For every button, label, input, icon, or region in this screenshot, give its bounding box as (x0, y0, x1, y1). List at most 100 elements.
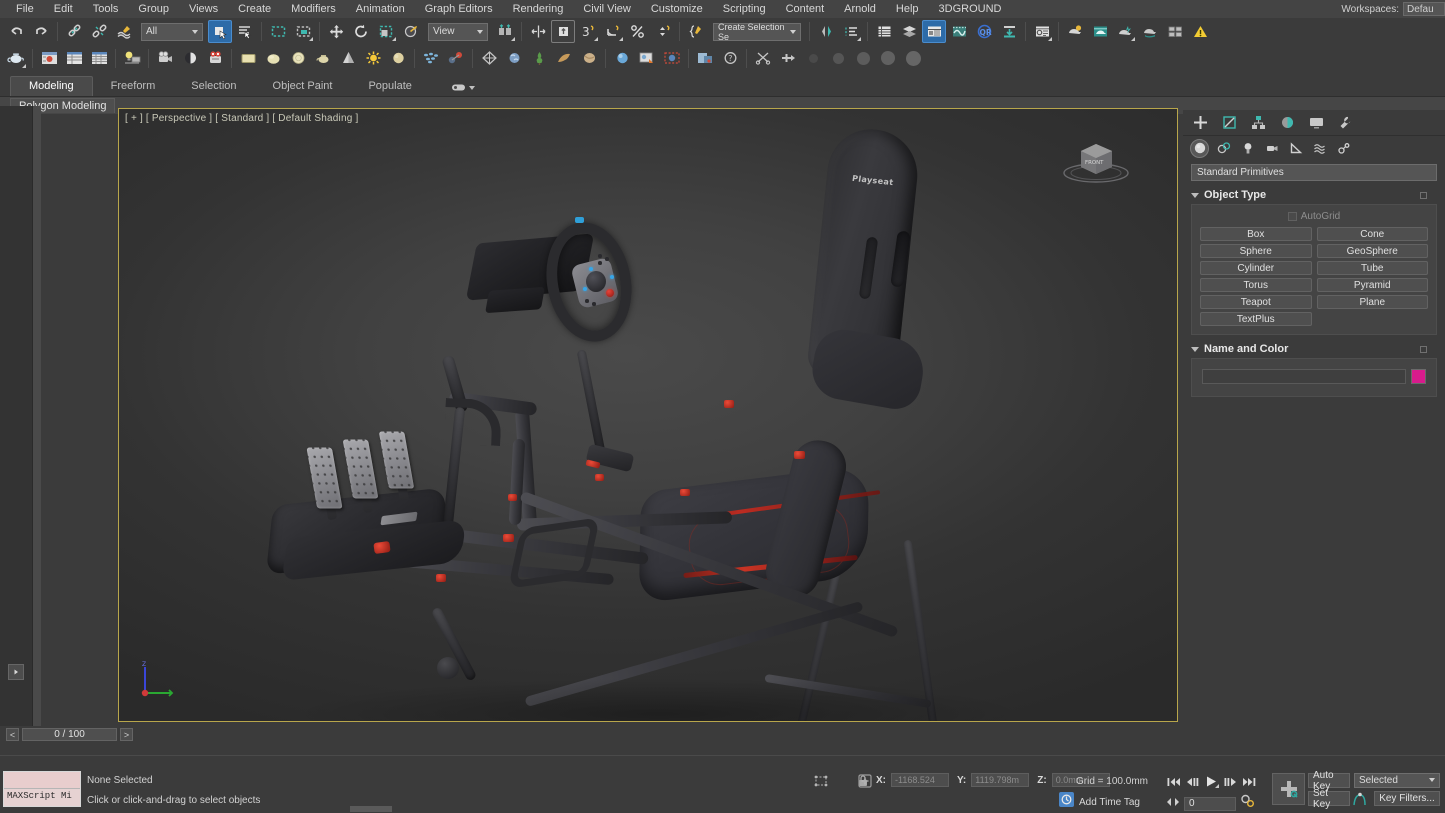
unlink-icon[interactable] (87, 20, 111, 43)
viewport-3d-model[interactable]: Playseat (119, 109, 1178, 722)
time-tag-icon[interactable] (1059, 792, 1074, 812)
previous-frame-icon[interactable] (1184, 774, 1201, 789)
menu-item-customize[interactable]: Customize (641, 0, 713, 18)
transform-type-in-icon[interactable] (857, 773, 873, 794)
cameras-category[interactable] (1262, 139, 1281, 158)
menu-item-modifiers[interactable]: Modifiers (281, 0, 346, 18)
menu-item-help[interactable]: Help (886, 0, 929, 18)
lights-category[interactable] (1238, 139, 1257, 158)
object-color-swatch[interactable] (1411, 369, 1426, 384)
render-setup-icon[interactable] (997, 20, 1021, 43)
state-sets-icon[interactable] (693, 47, 717, 70)
fur-icon[interactable] (552, 47, 576, 70)
dynamics-icon[interactable] (444, 47, 468, 70)
cone-icon[interactable] (336, 47, 360, 70)
render-iterative-icon[interactable] (1088, 20, 1112, 43)
hair-icon[interactable] (502, 47, 526, 70)
teapot2-icon[interactable] (311, 47, 335, 70)
spacewarps-category[interactable] (1310, 139, 1329, 158)
window-crossing-icon[interactable] (291, 20, 315, 43)
maxscript-input-field[interactable] (4, 772, 80, 789)
motion-tab[interactable] (1274, 112, 1301, 134)
preview-icon[interactable] (610, 47, 634, 70)
menu-item-create[interactable]: Create (228, 0, 281, 18)
light-icon[interactable] (120, 47, 144, 70)
select-rotate-icon[interactable] (349, 20, 373, 43)
object-button-pyramid[interactable]: Pyramid (1317, 278, 1429, 292)
robot-icon[interactable] (203, 47, 227, 70)
autogrid-row[interactable]: AutoGrid (1200, 211, 1428, 222)
timeline-range-slider[interactable]: 0 / 100 (22, 728, 117, 741)
scene-converter-icon[interactable] (87, 47, 111, 70)
menu-item-animation[interactable]: Animation (346, 0, 415, 18)
helpers-category[interactable] (1286, 139, 1305, 158)
reference-coordinate-dropdown[interactable]: View (428, 23, 488, 41)
menu-item-rendering[interactable]: Rendering (503, 0, 574, 18)
shading-icon[interactable] (178, 47, 202, 70)
activeshade-icon[interactable] (1113, 20, 1137, 43)
percent-snap-icon[interactable] (626, 20, 650, 43)
add-time-tag-row[interactable]: Add Time Tag (1059, 792, 1140, 812)
primitive-type-dropdown[interactable]: Standard Primitives (1191, 164, 1437, 181)
menu-item-group[interactable]: Group (128, 0, 179, 18)
maxscript-mini-listener[interactable]: MAXScript Mi (3, 771, 81, 807)
set-key-button[interactable]: Set Key (1308, 791, 1350, 806)
coord-x-input[interactable]: -1168.524 (891, 773, 949, 787)
select-link-icon[interactable] (62, 20, 86, 43)
select-by-name-icon[interactable] (233, 20, 257, 43)
name-and-color-header[interactable]: Name and Color (1191, 342, 1437, 358)
menu-item-content[interactable]: Content (776, 0, 835, 18)
menu-item-arnold[interactable]: Arnold (834, 0, 886, 18)
menu-item-edit[interactable]: Edit (44, 0, 83, 18)
menu-item-civil-view[interactable]: Civil View (573, 0, 640, 18)
sphere2-icon[interactable] (386, 47, 410, 70)
perspective-viewport[interactable]: [ + ] [ Perspective ] [ Standard ] [ Def… (118, 108, 1178, 722)
selection-lock-icon[interactable] (812, 773, 830, 794)
teapot-icon[interactable] (4, 47, 28, 70)
help-icon[interactable]: ? (718, 47, 742, 70)
menu-item-graph-editors[interactable]: Graph Editors (415, 0, 503, 18)
auto-key-button[interactable]: Auto Key (1308, 773, 1350, 788)
object-button-textplus[interactable]: TextPlus (1200, 312, 1312, 326)
rectangular-region-icon[interactable] (266, 20, 290, 43)
modify-tab[interactable] (1216, 112, 1243, 134)
forest-icon[interactable] (527, 47, 551, 70)
object-button-geosphere[interactable]: GeoSphere (1317, 244, 1429, 258)
sun-icon[interactable] (361, 47, 385, 70)
warning-icon[interactable] (1188, 20, 1212, 43)
horizontal-scrollbar[interactable] (350, 806, 392, 812)
menu-item-views[interactable]: Views (179, 0, 228, 18)
redo-icon[interactable] (29, 20, 53, 43)
mirror-icon[interactable] (526, 20, 550, 43)
open-explorer-icon[interactable] (1163, 20, 1187, 43)
helpers-icon[interactable] (477, 47, 501, 70)
utilities-tab[interactable] (1332, 112, 1359, 134)
select-object-icon[interactable] (208, 20, 232, 43)
safe-frame-icon[interactable] (660, 47, 684, 70)
shapes-category[interactable] (1214, 139, 1233, 158)
object-button-torus[interactable]: Torus (1200, 278, 1312, 292)
go-to-end-icon[interactable] (1241, 774, 1258, 789)
object-button-tube[interactable]: Tube (1317, 261, 1429, 275)
layer-explorer-icon[interactable] (839, 20, 863, 43)
snaps-toggle-icon[interactable]: 3 (576, 20, 600, 43)
timeline-next-button[interactable]: > (120, 728, 133, 741)
scissors-icon[interactable] (751, 47, 775, 70)
add-icon[interactable] (776, 47, 800, 70)
render-in-cloud-icon[interactable] (1138, 20, 1162, 43)
time-configuration-icon[interactable] (1240, 794, 1255, 813)
camera-icon[interactable] (153, 47, 177, 70)
ribbon-tab-selection[interactable]: Selection (173, 77, 254, 96)
key-mode-dropdown[interactable]: Selected (1354, 773, 1440, 788)
spinner-snap-icon[interactable] (651, 20, 675, 43)
ribbon-tab-freeform[interactable]: Freeform (93, 77, 174, 96)
go-to-start-icon[interactable] (1165, 774, 1182, 789)
selection-filter-dropdown[interactable]: All (141, 23, 203, 41)
menu-item-tools[interactable]: Tools (83, 0, 129, 18)
edit-named-sets-icon[interactable] (684, 20, 708, 43)
set-key-toggle-button[interactable] (1272, 773, 1305, 805)
rail-expand-arrow-icon[interactable] (8, 664, 24, 680)
object-button-box[interactable]: Box (1200, 227, 1312, 241)
object-type-header[interactable]: Object Type (1191, 188, 1437, 204)
angle-snap-icon[interactable] (601, 20, 625, 43)
